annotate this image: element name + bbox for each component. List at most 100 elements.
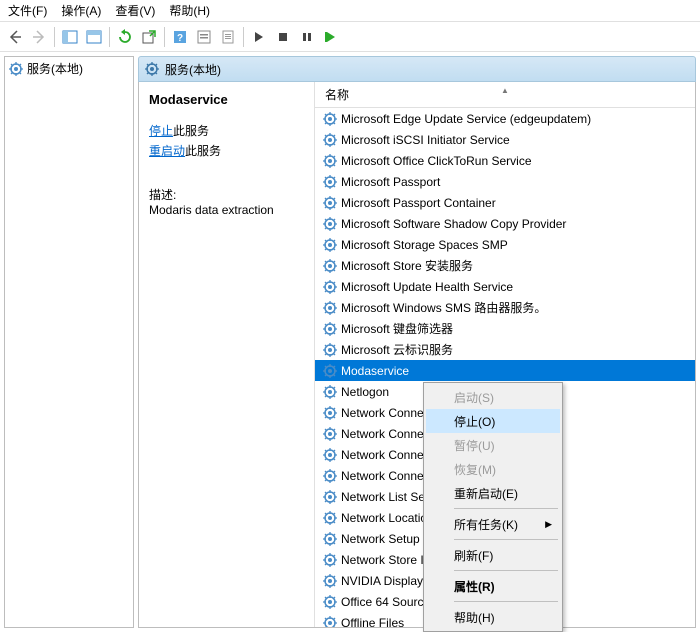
service-row[interactable]: Microsoft Software Shadow Copy Provider bbox=[315, 213, 695, 234]
stop-icon[interactable] bbox=[272, 26, 294, 48]
service-list: 名称 ▲ Microsoft Edge Update Service (edge… bbox=[315, 82, 695, 627]
help-icon[interactable]: ? bbox=[169, 26, 191, 48]
gear-icon bbox=[323, 154, 337, 168]
stop-suffix: 此服务 bbox=[173, 124, 209, 138]
service-row[interactable]: Modaservice bbox=[315, 360, 695, 381]
service-name: Microsoft iSCSI Initiator Service bbox=[341, 133, 510, 147]
gear-icon bbox=[323, 595, 337, 609]
gear-icon bbox=[323, 553, 337, 567]
service-name: Microsoft Windows SMS 路由器服务。 bbox=[341, 299, 546, 316]
play-icon[interactable] bbox=[248, 26, 270, 48]
service-row[interactable]: Microsoft iSCSI Initiator Service bbox=[315, 129, 695, 150]
panel2-icon[interactable] bbox=[83, 26, 105, 48]
tree-panel: 服务(本地) bbox=[4, 56, 134, 628]
menubar: 文件(F) 操作(A) 查看(V) 帮助(H) bbox=[0, 0, 700, 22]
ctx-start: 启动(S) bbox=[426, 385, 560, 409]
detail-panel: Modaservice 停止此服务 重启动此服务 描述: Modaris dat… bbox=[139, 82, 315, 627]
gear-icon bbox=[323, 490, 337, 504]
stop-link[interactable]: 停止 bbox=[149, 124, 173, 138]
gear-icon bbox=[323, 511, 337, 525]
menu-view[interactable]: 查看(V) bbox=[111, 0, 165, 21]
gear-icon bbox=[323, 217, 337, 231]
gear-icon bbox=[323, 364, 337, 378]
service-name: Microsoft Update Health Service bbox=[341, 280, 513, 294]
restart-suffix: 此服务 bbox=[185, 144, 221, 158]
service-row[interactable]: Microsoft Passport Container bbox=[315, 192, 695, 213]
service-name: Microsoft Passport Container bbox=[341, 196, 496, 210]
gear-icon bbox=[323, 448, 337, 462]
service-row[interactable]: Microsoft Passport bbox=[315, 171, 695, 192]
chevron-right-icon: ▶ bbox=[545, 519, 552, 530]
service-row[interactable]: Microsoft Edge Update Service (edgeupdat… bbox=[315, 108, 695, 129]
column-header-name[interactable]: 名称 ▲ bbox=[315, 82, 695, 108]
service-row[interactable]: Microsoft Windows SMS 路由器服务。 bbox=[315, 297, 695, 318]
restart-icon[interactable] bbox=[320, 26, 342, 48]
ctx-refresh[interactable]: 刷新(F) bbox=[426, 543, 560, 567]
menu-action[interactable]: 操作(A) bbox=[57, 0, 111, 21]
service-name: Microsoft Edge Update Service (edgeupdat… bbox=[341, 112, 591, 126]
pause-icon[interactable] bbox=[296, 26, 318, 48]
ctx-pause: 暂停(U) bbox=[426, 433, 560, 457]
gear-icon bbox=[323, 133, 337, 147]
toolbar: ? bbox=[0, 22, 700, 52]
restart-link[interactable]: 重启动 bbox=[149, 144, 185, 158]
gear-icon bbox=[323, 532, 337, 546]
gear-icon bbox=[323, 616, 337, 628]
sort-asc-icon: ▲ bbox=[501, 86, 509, 95]
ctx-stop[interactable]: 停止(O) bbox=[426, 409, 560, 433]
service-row[interactable]: Microsoft 键盘筛选器 bbox=[315, 318, 695, 339]
ctx-restart[interactable]: 重新启动(E) bbox=[426, 481, 560, 505]
service-name: Microsoft Software Shadow Copy Provider bbox=[341, 217, 566, 231]
gear-icon bbox=[323, 574, 337, 588]
service-name: Modaservice bbox=[341, 364, 409, 378]
refresh-icon[interactable] bbox=[114, 26, 136, 48]
service-name: Microsoft Storage Spaces SMP bbox=[341, 238, 508, 252]
gear-icon bbox=[9, 62, 23, 76]
right-header: 服务(本地) bbox=[138, 56, 696, 82]
tree-root-label: 服务(本地) bbox=[27, 60, 83, 77]
gear-icon bbox=[323, 196, 337, 210]
gear-icon bbox=[323, 406, 337, 420]
properties-icon[interactable] bbox=[193, 26, 215, 48]
menu-help[interactable]: 帮助(H) bbox=[165, 0, 220, 21]
export-icon[interactable] bbox=[138, 26, 160, 48]
tree-root-item[interactable]: 服务(本地) bbox=[7, 59, 131, 78]
gear-icon bbox=[323, 469, 337, 483]
gear-icon bbox=[323, 259, 337, 273]
svg-text:?: ? bbox=[177, 33, 183, 44]
panel1-icon[interactable] bbox=[59, 26, 81, 48]
back-button[interactable] bbox=[4, 26, 26, 48]
doc-icon[interactable] bbox=[217, 26, 239, 48]
gear-icon bbox=[323, 301, 337, 315]
ctx-all-tasks[interactable]: 所有任务(K)▶ bbox=[426, 512, 560, 536]
service-row[interactable]: Microsoft Update Health Service bbox=[315, 276, 695, 297]
service-name: Microsoft Passport bbox=[341, 175, 440, 189]
description-text: Modaris data extraction bbox=[149, 203, 304, 217]
right-header-label: 服务(本地) bbox=[165, 61, 221, 78]
ctx-help[interactable]: 帮助(H) bbox=[426, 605, 560, 629]
detail-title: Modaservice bbox=[149, 92, 228, 107]
service-name: Microsoft Store 安装服务 bbox=[341, 257, 473, 274]
gear-icon bbox=[323, 343, 337, 357]
gear-icon bbox=[323, 385, 337, 399]
service-name: Netlogon bbox=[341, 385, 389, 399]
right-panel: 服务(本地) Modaservice 停止此服务 重启动此服务 描述: Moda… bbox=[138, 56, 696, 628]
service-name: Offline Files bbox=[341, 616, 404, 628]
service-row[interactable]: Microsoft Storage Spaces SMP bbox=[315, 234, 695, 255]
ctx-resume: 恢复(M) bbox=[426, 457, 560, 481]
gear-icon bbox=[323, 175, 337, 189]
forward-button[interactable] bbox=[28, 26, 50, 48]
ctx-properties[interactable]: 属性(R) bbox=[426, 574, 560, 598]
service-name: Microsoft 云标识服务 bbox=[341, 341, 453, 358]
gear-icon bbox=[323, 280, 337, 294]
gear-icon bbox=[323, 322, 337, 336]
context-menu: 启动(S) 停止(O) 暂停(U) 恢复(M) 重新启动(E) 所有任务(K)▶… bbox=[423, 382, 563, 632]
description-label: 描述: bbox=[149, 186, 304, 203]
menu-file[interactable]: 文件(F) bbox=[4, 0, 57, 21]
gear-icon bbox=[145, 62, 159, 76]
service-row[interactable]: Microsoft Store 安装服务 bbox=[315, 255, 695, 276]
gear-icon bbox=[323, 238, 337, 252]
service-row[interactable]: Microsoft 云标识服务 bbox=[315, 339, 695, 360]
service-row[interactable]: Microsoft Office ClickToRun Service bbox=[315, 150, 695, 171]
service-name: Microsoft Office ClickToRun Service bbox=[341, 154, 532, 168]
